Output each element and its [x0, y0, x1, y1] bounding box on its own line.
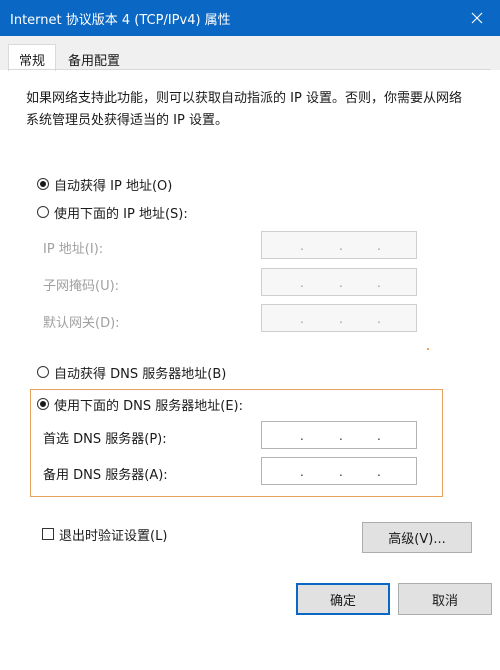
- decorative-speck: [427, 348, 429, 350]
- subnet-mask-input: ...: [261, 268, 417, 296]
- advanced-button[interactable]: 高级(V)...: [362, 522, 472, 553]
- default-gateway-label: 默认网关(D):: [43, 316, 120, 331]
- dns-auto-radio[interactable]: 自动获得 DNS 服务器地址(B): [37, 362, 226, 382]
- validate-settings-checkbox[interactable]: 退出时验证设置(L): [42, 524, 167, 544]
- ip-address-label: IP 地址(I):: [43, 242, 104, 257]
- subnet-mask-label: 子网掩码(U):: [43, 279, 120, 294]
- alternate-dns-label: 备用 DNS 服务器(A):: [43, 468, 168, 483]
- dns-auto-label: 自动获得 DNS 服务器地址(B): [54, 366, 227, 382]
- dns-manual-radio[interactable]: 使用下面的 DNS 服务器地址(E):: [37, 394, 243, 414]
- preferred-dns-input[interactable]: ...: [261, 421, 417, 449]
- alternate-dns-input[interactable]: ...: [261, 457, 417, 485]
- title-bar: Internet 协议版本 4 (TCP/IPv4) 属性: [0, 0, 500, 36]
- radio-indicator: [37, 206, 49, 218]
- cancel-button[interactable]: 取消: [398, 583, 492, 615]
- preferred-dns-label: 首选 DNS 服务器(P):: [43, 432, 167, 447]
- checkbox-indicator: [42, 528, 54, 540]
- ip-manual-radio[interactable]: 使用下面的 IP 地址(S):: [37, 202, 188, 222]
- dns-manual-label: 使用下面的 DNS 服务器地址(E):: [54, 398, 243, 414]
- ip-manual-label: 使用下面的 IP 地址(S):: [54, 206, 188, 222]
- default-gateway-input: ...: [261, 304, 417, 332]
- validate-settings-label: 退出时验证设置(L): [59, 528, 168, 544]
- radio-indicator: [37, 398, 49, 410]
- ip-auto-radio[interactable]: 自动获得 IP 地址(O): [37, 174, 172, 194]
- tab-bar: 常规 备用配置: [0, 36, 500, 71]
- ok-button[interactable]: 确定: [296, 583, 390, 615]
- window-title: Internet 协议版本 4 (TCP/IPv4) 属性: [10, 13, 231, 28]
- ip-auto-label: 自动获得 IP 地址(O): [54, 178, 173, 194]
- description-text: 如果网络支持此功能，则可以获取自动指派的 IP 设置。否则，你需要从网络系统管理…: [26, 91, 462, 128]
- close-icon: [471, 12, 483, 24]
- radio-indicator: [37, 178, 49, 190]
- tab-general[interactable]: 常规: [8, 44, 57, 71]
- ip-address-input: ...: [261, 231, 417, 259]
- radio-indicator: [37, 366, 49, 378]
- close-button[interactable]: [454, 0, 500, 36]
- tab-alternate-configuration[interactable]: 备用配置: [68, 50, 120, 69]
